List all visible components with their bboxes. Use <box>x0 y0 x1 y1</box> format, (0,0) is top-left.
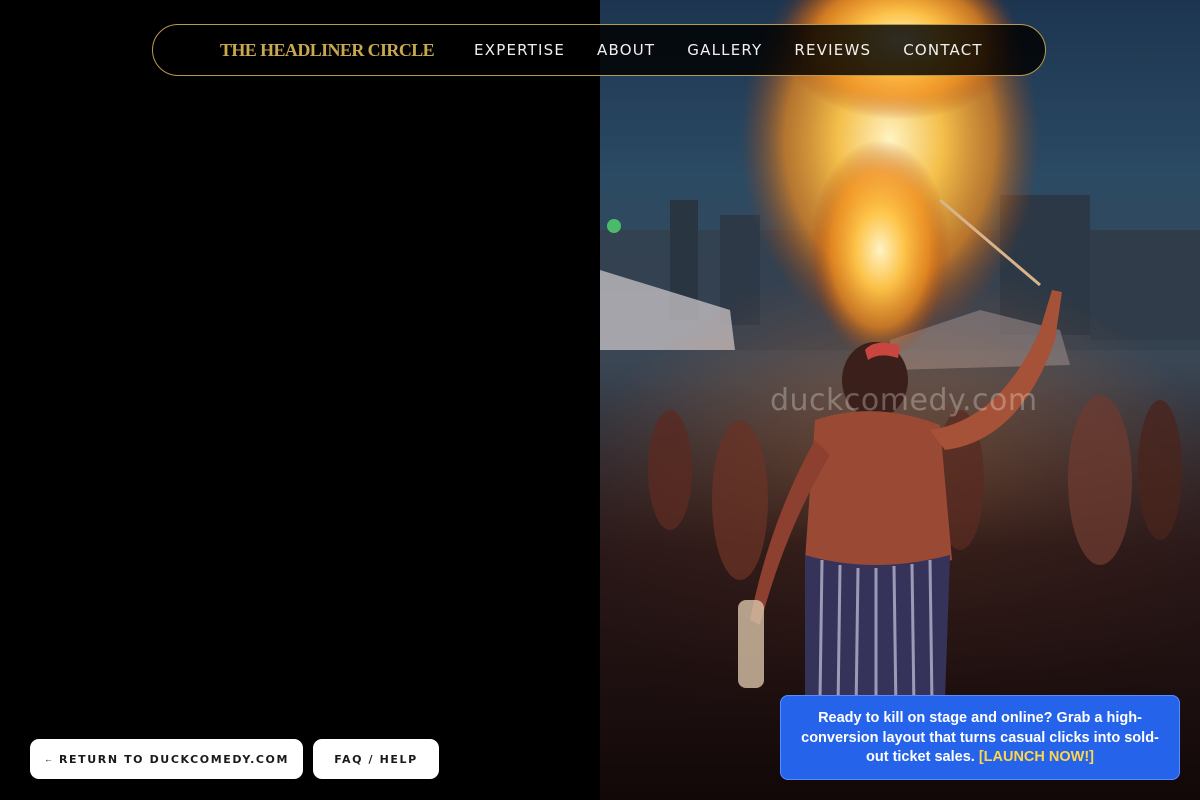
nav-link-reviews[interactable]: REVIEWS <box>794 41 871 59</box>
nav-link-contact[interactable]: CONTACT <box>903 41 983 59</box>
watermark-text: duckcomedy.com <box>770 383 1038 418</box>
nav-link-expertise[interactable]: EXPERTISE <box>474 41 565 59</box>
brand-logo-text[interactable]: THE HEADLINER CIRCLE <box>220 40 435 61</box>
left-black-panel <box>0 0 600 800</box>
left-arrow-icon: ← <box>43 754 53 764</box>
faq-help-button[interactable]: FAQ / HELP <box>313 739 439 779</box>
nav-links: EXPERTISE ABOUT GALLERY REVIEWS CONTACT <box>458 41 983 59</box>
faq-button-label: FAQ / HELP <box>334 752 418 766</box>
launch-now-link[interactable]: [LAUNCH NOW!] <box>979 749 1094 765</box>
return-to-site-button[interactable]: ← RETURN TO DUCKCOMEDY.COM <box>30 739 303 779</box>
top-navigation-bar: THE HEADLINER CIRCLE EXPERTISE ABOUT GAL… <box>152 24 1046 76</box>
promo-banner[interactable]: Ready to kill on stage and online? Grab … <box>780 695 1180 780</box>
page: duckcomedy.com THE HEADLINER CIRCLE EXPE… <box>0 0 1200 800</box>
nav-link-gallery[interactable]: GALLERY <box>687 41 762 59</box>
nav-link-about[interactable]: ABOUT <box>597 41 655 59</box>
return-button-label: RETURN TO DUCKCOMEDY.COM <box>58 752 290 766</box>
